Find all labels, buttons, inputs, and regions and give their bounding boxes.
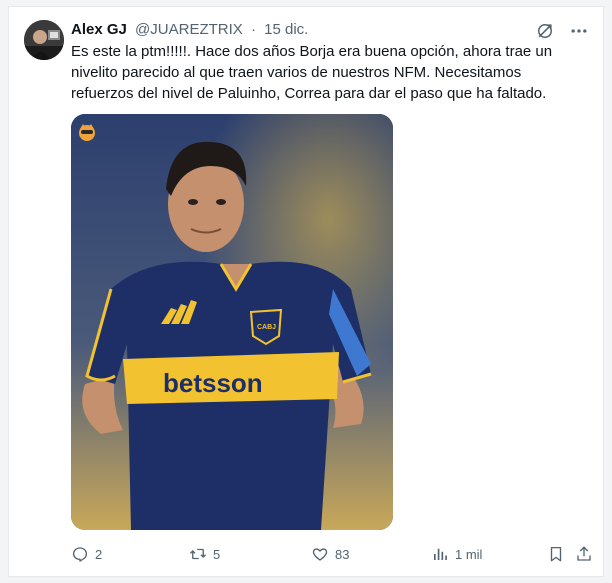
reply-button[interactable]: 2 — [71, 545, 102, 563]
author-name[interactable]: Alex GJ — [71, 21, 127, 38]
jersey-sponsor-text: betsson — [163, 368, 263, 398]
views-icon — [434, 548, 447, 560]
reply-icon — [72, 547, 88, 562]
tweet-card[interactable]: Alex GJ @JUAREZTRIX · 15 dic. Es este la… — [8, 6, 604, 577]
repost-icon — [190, 548, 206, 560]
header-separator: · — [250, 21, 256, 38]
tweet-text-line: refuerzos del nivel de Paluinho, Correa … — [71, 85, 547, 102]
emoji-badge-icon — [79, 124, 95, 141]
author-avatar[interactable] — [24, 20, 64, 60]
bookmark-button[interactable] — [547, 545, 565, 563]
more-icon[interactable] — [569, 21, 589, 41]
grok-icon[interactable] — [535, 21, 555, 41]
tweet-text: Es este la ptm!!!!!. Hace dos años Borja… — [71, 41, 591, 104]
author-handle[interactable]: @JUAREZTRIX — [135, 21, 243, 38]
reply-count: 2 — [95, 546, 103, 562]
share-button[interactable] — [575, 545, 593, 563]
tweet-media-photo[interactable]: betsson CABJ — [71, 114, 393, 530]
like-count: 83 — [335, 546, 350, 562]
like-icon — [312, 548, 328, 561]
tweet-top-icons — [535, 21, 589, 41]
repost-button[interactable]: 5 — [189, 545, 220, 563]
like-button[interactable]: 83 — [311, 545, 349, 563]
tweet-header: Alex GJ @JUAREZTRIX · 15 dic. — [71, 20, 308, 40]
views-button[interactable]: 1 mil — [431, 545, 482, 563]
share-icon — [577, 546, 591, 561]
repost-count: 5 — [213, 546, 221, 562]
bookmark-icon — [550, 546, 562, 562]
tweet-text-line: nivelito parecido al que traen varios de… — [71, 64, 522, 81]
tweet-text-line: Es este la ptm!!!!!. Hace dos años Borja… — [71, 43, 553, 60]
crest-text: CABJ — [257, 324, 276, 331]
tweet-date[interactable]: 15 dic. — [264, 21, 308, 38]
views-count: 1 mil — [455, 546, 483, 562]
tweet-actions: 2 5 83 1 mil — [71, 545, 591, 565]
player-photo: betsson CABJ — [71, 114, 393, 530]
